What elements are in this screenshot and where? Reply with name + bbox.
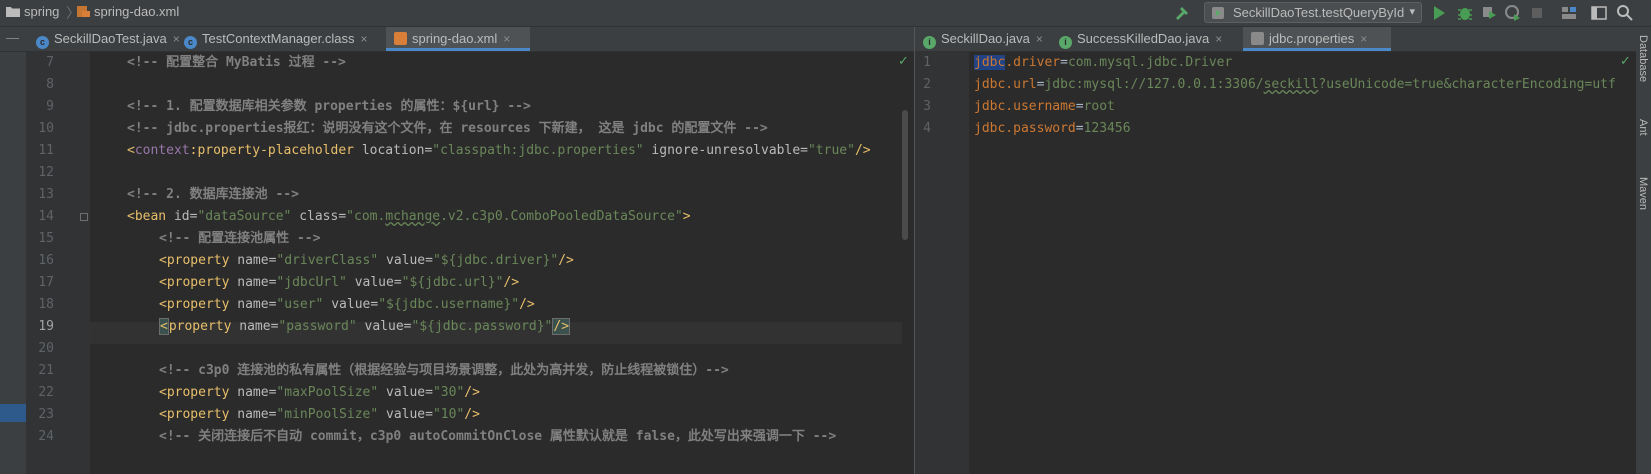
stop-icon[interactable] [1528, 4, 1546, 22]
line-number: 2 [923, 77, 931, 92]
close-icon[interactable]: × [503, 32, 510, 46]
minimize-icon[interactable]: — [6, 30, 19, 45]
interface-icon: i [923, 36, 936, 49]
breadcrumb-project[interactable]: spring [6, 4, 59, 19]
line-number: 18 [38, 297, 54, 312]
tab-successkilleddao[interactable]: i SuccessKilledDao.java × [1051, 27, 1243, 51]
line-number: 12 [38, 165, 54, 180]
line-number: 20 [38, 341, 54, 356]
class-icon: c [184, 36, 197, 49]
left-tool-strip [0, 52, 26, 474]
code-line: <!-- 配置整合 MyBatis 过程 --> [127, 55, 346, 70]
line-number: 10 [38, 121, 54, 136]
line-number: 1 [923, 55, 931, 70]
build-hammer-icon[interactable] [1173, 4, 1191, 22]
line-number: 13 [38, 187, 54, 202]
project-structure-icon[interactable] [1560, 4, 1578, 22]
close-icon[interactable]: × [1215, 32, 1222, 46]
code-line: <property name="user" value="${jdbc.user… [159, 297, 535, 312]
line-number: 15 [38, 231, 54, 246]
tab-seckilldao[interactable]: i SeckillDao.java × [915, 27, 1051, 51]
code-line: <context:property-placeholder location="… [127, 143, 871, 158]
line-number: 16 [38, 253, 54, 268]
line-number: 21 [38, 363, 54, 378]
right-tool-strip: Database Ant Maven [1636, 27, 1651, 474]
line-number: 17 [38, 275, 54, 290]
left-editor-tabbar: — c SeckillDaoTest.java × c TestContextMana… [0, 27, 914, 52]
coverage-icon[interactable] [1480, 4, 1498, 22]
inspection-ok-icon[interactable]: ✓ [1620, 53, 1631, 69]
line-number: 23 [38, 407, 54, 422]
folder-icon [6, 7, 20, 17]
line-number-current: 19 [38, 319, 54, 334]
line-number: 7 [46, 55, 54, 70]
tab-seckilldaotest[interactable]: c SeckillDaoTest.java × [28, 27, 180, 51]
navigation-bar: spring 〉 spring-dao.xml SeckillDaoTest.t… [0, 0, 1651, 27]
layout-icon[interactable] [1590, 4, 1608, 22]
interface-icon: i [1059, 36, 1072, 49]
code-line: jdbc.driver=com.mysql.jdbc.Driver [974, 55, 1233, 70]
debug-icon[interactable] [1456, 4, 1474, 22]
properties-icon [1251, 32, 1264, 45]
tab-jdbc-properties[interactable]: jdbc.properties × [1243, 27, 1391, 51]
line-number: 11 [38, 143, 54, 158]
run-icon[interactable] [1430, 4, 1448, 22]
close-icon[interactable]: × [1036, 32, 1043, 46]
line-number: 3 [923, 99, 931, 114]
active-tool-marker[interactable] [0, 404, 26, 422]
line-number: 22 [38, 385, 54, 400]
code-line: jdbc.url=jdbc:mysql://127.0.0.1:3306/sec… [974, 77, 1616, 92]
right-editor-content[interactable]: jdbc.driver=com.mysql.jdbc.Driver jdbc.u… [969, 52, 1636, 474]
line-number: 14 [38, 209, 54, 224]
xml-icon [394, 32, 407, 45]
close-icon[interactable]: × [1360, 32, 1367, 46]
code-line: jdbc.username=root [974, 99, 1115, 114]
chevron-down-icon: ▾ [1409, 6, 1415, 18]
line-number: 9 [46, 99, 54, 114]
code-line: <property name="jdbcUrl" value="${jdbc.u… [159, 275, 520, 290]
junit-config-icon [1212, 7, 1224, 19]
xml-file-icon [77, 6, 90, 17]
right-editor-tabbar: i SeckillDao.java × i SuccessKilledDao.java… [915, 27, 1636, 52]
code-line: <!-- c3p0 连接池的私有属性（根据经验与项目场景调整，此处为高并发，防止… [159, 363, 729, 378]
database-tool-button[interactable]: Database [1637, 35, 1649, 82]
run-configuration-select[interactable]: SeckillDaoTest.testQueryById ▾ [1204, 2, 1422, 23]
line-number: 4 [923, 121, 931, 136]
code-line: jdbc.password=123456 [974, 121, 1131, 136]
code-line: <property name="maxPoolSize" value="30"/… [159, 385, 480, 400]
maven-tool-button[interactable]: Maven [1637, 177, 1649, 210]
tab-spring-dao-xml[interactable]: spring-dao.xml × [386, 27, 530, 51]
line-number: 24 [38, 429, 54, 444]
line-number: 8 [46, 77, 54, 92]
code-line: <property name="minPoolSize" value="10"/… [159, 407, 480, 422]
code-line: <property name="driverClass" value="${jd… [159, 253, 574, 268]
profile-icon[interactable] [1504, 4, 1522, 22]
code-line: <bean id="dataSource" class="com.mchange… [127, 209, 691, 224]
close-icon[interactable]: × [360, 32, 367, 46]
class-icon: c [36, 36, 49, 49]
code-line-current: <property name="password" value="${jdbc.… [159, 318, 571, 335]
search-icon[interactable] [1616, 4, 1634, 22]
fold-marker-icon[interactable] [80, 213, 88, 221]
code-line: <!-- 2. 数据库连接池 --> [127, 187, 299, 202]
tab-testcontextmanager[interactable]: c TestContextManager.class × [176, 27, 386, 51]
code-line: <!-- 1. 配置数据库相关参数 properties 的属性：${url} … [127, 99, 531, 114]
breadcrumb-file[interactable]: spring-dao.xml [76, 4, 179, 19]
code-line: <!-- 配置连接池属性 --> [159, 231, 321, 246]
code-line: <!-- jdbc.properties报红：说明没有这个文件，在 resour… [127, 121, 768, 136]
code-line: <!-- 关闭连接后不自动 commit，c3p0 autoCommitOnCl… [159, 429, 837, 444]
ant-tool-button[interactable]: Ant [1637, 119, 1649, 136]
